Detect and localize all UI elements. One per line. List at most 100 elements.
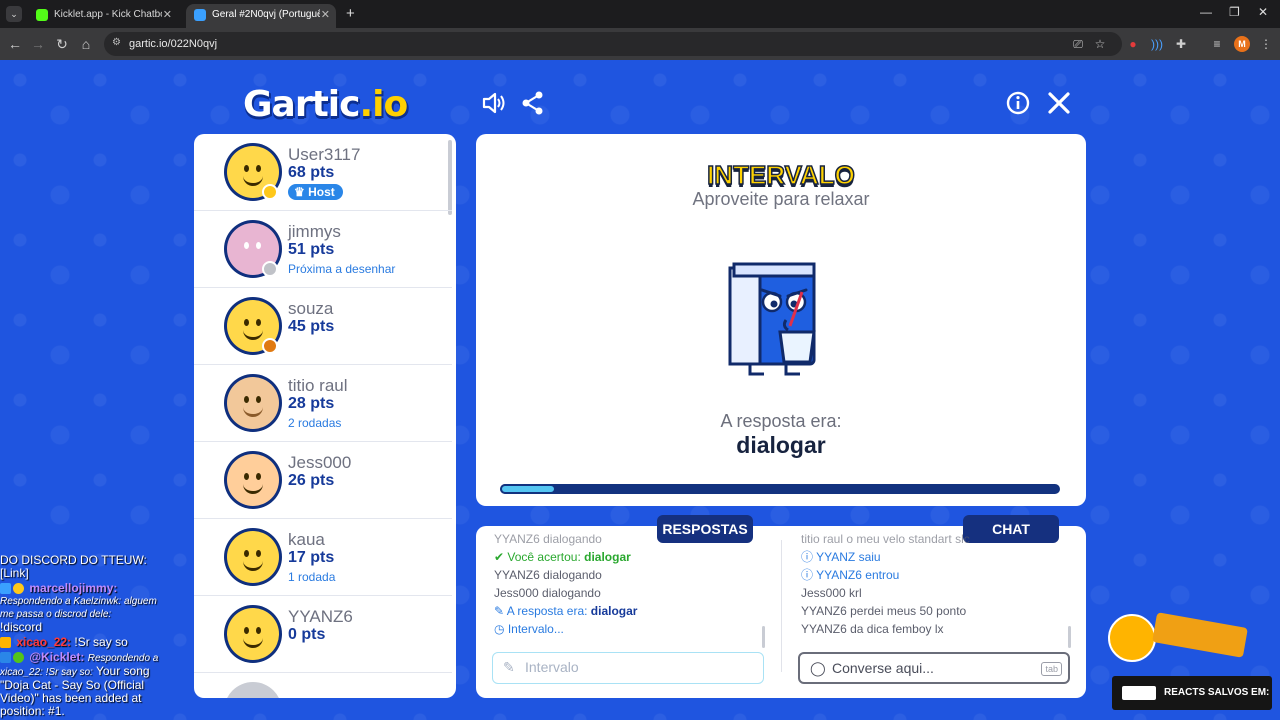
pencil-icon: ✎ xyxy=(494,604,505,618)
player-row[interactable]: titio raul 28 pts 2 rodadas xyxy=(194,365,452,442)
crown-badge-icon xyxy=(0,637,11,649)
overlay-message: xicao_22: !Sr say so xyxy=(0,636,166,649)
browser-tab-gartic[interactable]: Geral #2N0qvj (Português) - Ga ✕ xyxy=(186,4,336,28)
close-x-icon xyxy=(1048,92,1070,114)
browser-toolbar: ← → ↻ ⌂ ⚙ gartic.io/022N0qvj ⎚ ☆ ● ))) ✚… xyxy=(0,28,1280,60)
extensions-puzzle-icon[interactable]: ✚ xyxy=(1173,36,1189,52)
chat-scrollbar[interactable] xyxy=(1068,626,1071,648)
host-crown-icon: ♛ xyxy=(294,185,305,199)
overlay-line: DO DISCORD DO TTEUW: [Link] xyxy=(0,553,147,580)
tab-title: Kicklet.app - Kick Chatbot a xyxy=(54,9,162,20)
minimize-icon[interactable]: — xyxy=(1200,5,1212,19)
reveal-word: dialogar xyxy=(590,604,638,618)
browser-tab-kicklet[interactable]: Kicklet.app - Kick Chatbot a ✕ xyxy=(28,4,178,28)
browser-tabbar: ⌄ Kicklet.app - Kick Chatbot a ✕ Geral #… xyxy=(0,0,1280,28)
player-name: Jess000 xyxy=(288,453,352,472)
share-icon[interactable] xyxy=(518,90,548,123)
answers-feed[interactable]: YYANZ6 dialogando ✔ Você acertou: dialog… xyxy=(494,534,774,646)
player-row[interactable]: YYANZ6 0 pts xyxy=(194,596,452,673)
sound-icon[interactable] xyxy=(478,90,508,123)
answer-input-placeholder: Intervalo xyxy=(525,659,579,675)
player-row-partial[interactable] xyxy=(194,673,452,698)
chat-input[interactable]: ◯ Converse aqui... tab xyxy=(798,652,1070,684)
clock-icon: ◷ xyxy=(494,622,505,636)
info-text: YYANZ6 entrou xyxy=(816,568,900,582)
extension-audio-icon[interactable]: ))) xyxy=(1149,36,1165,52)
tab-title: Geral #2N0qvj (Português) - Ga xyxy=(212,9,320,20)
player-row[interactable]: souza 45 pts xyxy=(194,288,452,365)
profile-avatar[interactable]: M xyxy=(1234,36,1250,52)
media-control-icon[interactable]: ≡ xyxy=(1209,36,1225,52)
chat-feed[interactable]: titio raul o meu velo standart slc ⓘ YYA… xyxy=(801,534,1081,646)
player-name: titio raul xyxy=(288,376,348,395)
address-bar[interactable]: ⚙ gartic.io/022N0qvj xyxy=(104,32,1122,56)
player-name: kaua xyxy=(288,530,325,549)
reload-icon[interactable]: ↻ xyxy=(52,34,72,54)
close-icon[interactable]: ✕ xyxy=(163,4,172,26)
chat-line: Jess000 krl xyxy=(801,586,862,600)
chat-message: !discord xyxy=(0,620,43,634)
player-name: souza xyxy=(288,299,334,318)
install-app-icon[interactable]: ⎚ xyxy=(1070,36,1086,52)
tab-key-hint: tab xyxy=(1041,662,1062,676)
info-icon[interactable] xyxy=(1003,90,1033,123)
round-subtitle: Aproveite para relaxar xyxy=(692,189,870,209)
avatar xyxy=(224,528,282,586)
chat-input-placeholder: Converse aqui... xyxy=(832,660,934,676)
status-dot xyxy=(262,184,278,200)
gartic-favicon-icon xyxy=(194,9,206,21)
close-icon[interactable]: ✕ xyxy=(321,4,330,26)
site-info-icon[interactable]: ⚙ xyxy=(112,37,121,48)
forward-icon[interactable]: → xyxy=(28,34,48,54)
pencil-icon: ✎ xyxy=(503,659,515,675)
player-points: 17 pts xyxy=(288,549,335,566)
correct-word: dialogar xyxy=(584,550,631,564)
reply-text: Respondendo a Kaelzinwk: alguem me passa… xyxy=(0,596,157,620)
info-icon: ⓘ xyxy=(801,568,814,582)
chat-username: marcellojimmy: xyxy=(29,581,118,595)
chat-line-info: ⓘ YYANZ6 entrou xyxy=(801,566,1081,584)
more-menu-icon[interactable]: ⋮ xyxy=(1258,36,1274,52)
rifle-icon xyxy=(1152,612,1248,658)
answer-line: YYANZ6 dialogando xyxy=(494,534,602,546)
extension-record-icon[interactable]: ● xyxy=(1125,36,1141,52)
player-row[interactable]: Jess000 26 pts xyxy=(194,442,452,519)
host-label: Host xyxy=(308,185,335,199)
info-icon: ⓘ xyxy=(801,550,814,564)
timer-bar xyxy=(500,484,1060,494)
player-row[interactable]: User3117 68 pts ♛ Host xyxy=(194,134,452,211)
player-status: 2 rodadas xyxy=(288,416,342,430)
bookmark-star-icon[interactable]: ☆ xyxy=(1092,36,1108,52)
back-icon[interactable]: ← xyxy=(5,34,25,54)
new-tab-button[interactable]: + xyxy=(346,4,355,24)
player-status: Próxima a desenhar xyxy=(288,262,396,276)
exit-close-icon[interactable] xyxy=(1044,90,1074,123)
player-row[interactable]: jimmys 51 pts Próxima a desenhar xyxy=(194,211,452,288)
overlay-message: marcellojimmy: Respondendo a Kaelzinwk: … xyxy=(0,582,166,634)
answer-line: Jess000 dialogando xyxy=(494,586,601,600)
player-points: 68 pts xyxy=(288,164,335,181)
answer-word: dialogar xyxy=(736,432,826,458)
status-dot xyxy=(262,261,278,277)
home-icon[interactable]: ⌂ xyxy=(76,34,96,54)
players-list[interactable]: User3117 68 pts ♛ Host jimmys 51 pts Pró… xyxy=(194,134,456,698)
maximize-icon[interactable]: ❐ xyxy=(1229,5,1240,19)
banner-text: REACTS SALVOS EM: xyxy=(1164,687,1270,698)
answer-input[interactable]: ✎ Intervalo xyxy=(492,652,764,684)
tab-search-button[interactable]: ⌄ xyxy=(6,6,22,22)
player-points: 0 pts xyxy=(288,626,326,643)
answers-scrollbar[interactable] xyxy=(762,626,765,648)
checkmark-icon: ✔ xyxy=(494,550,505,564)
answer-line-info: ◷ Intervalo... xyxy=(494,620,774,638)
player-points: 26 pts xyxy=(288,472,335,489)
correct-text: Você acertou: xyxy=(507,550,585,564)
game-page: Gartic.io User3117 68 pts ♛ Host jimmys … xyxy=(0,60,1280,720)
reveal-text: A resposta era: xyxy=(506,604,591,618)
player-points: 51 pts xyxy=(288,241,335,258)
timer-bar-fill xyxy=(500,484,556,494)
player-row[interactable]: kaua 17 pts 1 rodada xyxy=(194,519,452,596)
status-dot xyxy=(262,338,278,354)
window-close-icon[interactable]: ✕ xyxy=(1258,5,1268,19)
chat-line: YYANZ6 da dica femboy lx xyxy=(801,622,944,636)
player-name: jimmys xyxy=(288,222,341,241)
